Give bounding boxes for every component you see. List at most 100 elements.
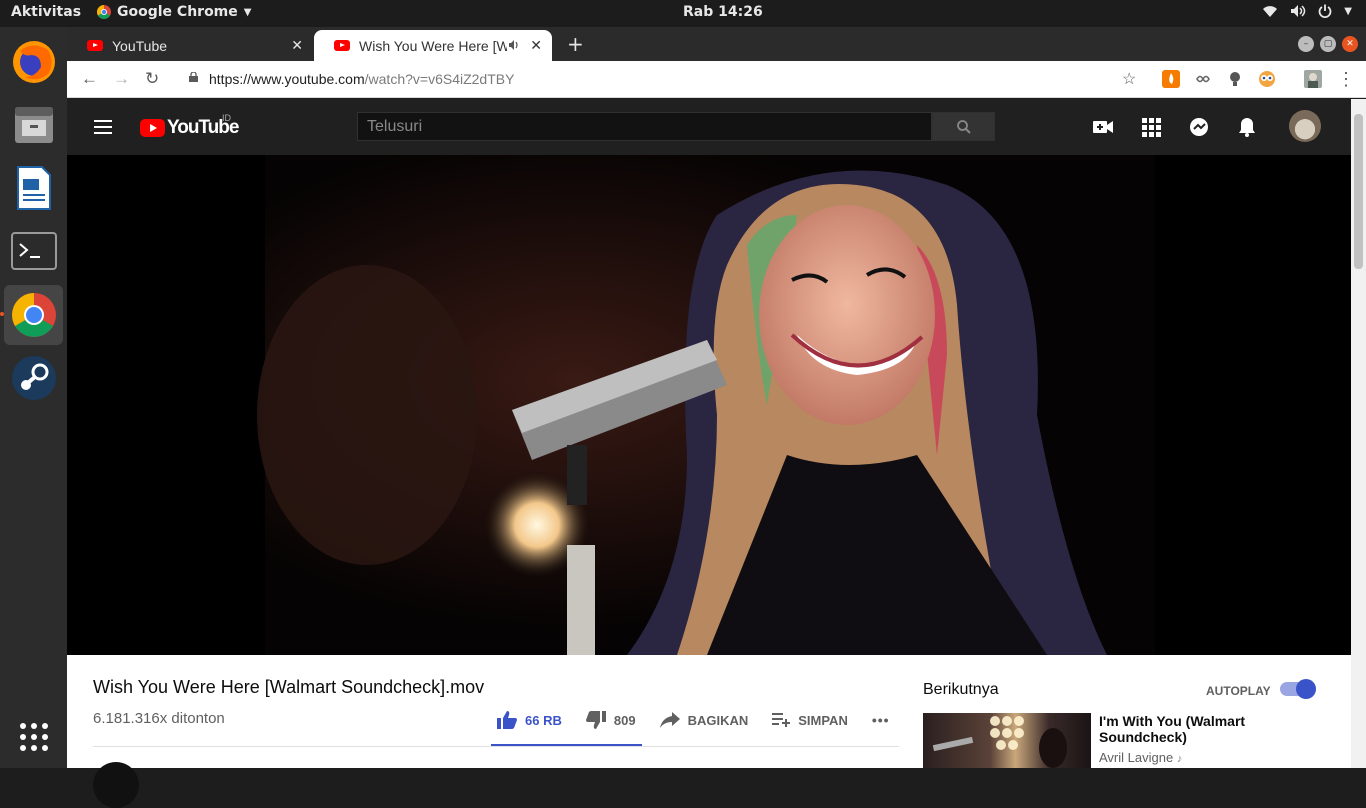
recommended-thumbnail[interactable] — [923, 713, 1091, 768]
chevron-down-icon: ▼ — [243, 6, 252, 18]
system-top-bar: Aktivitas Google Chrome ▼ Rab 14:26 ▼ — [0, 0, 1366, 27]
window-controls: – ▢ ✕ — [1298, 36, 1358, 52]
upload-video-icon[interactable] — [1092, 116, 1114, 138]
recommended-title[interactable]: I'm With You (Walmart Soundcheck) — [1099, 713, 1249, 745]
tab-strip: YouTube ✕ Wish You Were Here [W ✕ + – ▢ … — [67, 27, 1366, 61]
address-bar[interactable]: https://www.youtube.com/watch?v=v6S4iZ2d… — [209, 71, 514, 87]
account-avatar[interactable] — [1289, 110, 1321, 142]
url-host: https://www.youtube.com — [209, 71, 365, 87]
save-label: SIMPAN — [798, 712, 848, 728]
channel-name: Avril Lavigne — [1099, 750, 1174, 765]
activities-button[interactable]: Aktivitas — [11, 4, 81, 20]
recommended-channel[interactable]: Avril Lavigne ♪ — [1099, 750, 1182, 765]
video-actions: 66 RB 809 BAGIKAN SIMPAN ••• — [497, 711, 914, 729]
bookmark-star-icon[interactable]: ☆ — [1122, 69, 1136, 89]
audio-playing-icon[interactable] — [508, 39, 520, 51]
tab-current-video[interactable]: Wish You Were Here [W ✕ — [314, 30, 552, 61]
video-frame — [67, 155, 1351, 655]
youtube-play-icon — [140, 119, 165, 137]
video-player[interactable] — [67, 155, 1351, 655]
new-tab-button[interactable]: + — [567, 32, 584, 56]
apps-grid-icon[interactable] — [1140, 116, 1162, 138]
youtube-logo[interactable]: YouTube ID — [140, 113, 239, 139]
wifi-icon — [1263, 6, 1278, 17]
playlist-add-icon — [772, 713, 791, 727]
youtube-header: YouTube ID Telusuri — [67, 99, 1351, 155]
app-menu[interactable]: Google Chrome ▼ — [97, 4, 251, 20]
notifications-bell-icon[interactable] — [1236, 116, 1258, 138]
dislike-count: 809 — [613, 712, 636, 728]
extension-bulb-icon[interactable] — [1226, 70, 1244, 88]
scrollbar-thumb[interactable] — [1354, 114, 1363, 269]
more-dots-icon: ••• — [871, 712, 890, 728]
save-button[interactable]: SIMPAN — [772, 713, 848, 728]
files-icon — [14, 107, 53, 143]
video-title: Wish You Were Here [Walmart Soundcheck].… — [93, 677, 485, 697]
app-grid-icon — [19, 723, 48, 751]
youtube-favicon-icon — [334, 40, 350, 51]
firefox-icon — [12, 41, 55, 83]
window-close-button[interactable]: ✕ — [1342, 36, 1358, 52]
view-count: 6.181.316x ditonton — [93, 710, 225, 727]
chrome-small-icon — [97, 5, 111, 19]
minimize-button[interactable]: – — [1298, 36, 1314, 52]
close-icon[interactable]: ✕ — [530, 37, 542, 54]
terminal-icon — [10, 232, 57, 270]
dislike-button[interactable]: 809 — [585, 711, 636, 729]
lock-icon[interactable] — [189, 72, 198, 82]
dock-terminal[interactable] — [4, 221, 63, 281]
dock — [0, 27, 67, 768]
extension-infinity-icon[interactable] — [1194, 70, 1212, 88]
dock-steam[interactable] — [4, 348, 63, 408]
profile-avatar-icon[interactable] — [1304, 70, 1322, 88]
channel-avatar[interactable] — [93, 762, 139, 808]
forward-button[interactable]: → — [113, 69, 130, 89]
browser-toolbar: ← → ↻ https://www.youtube.com/watch?v=v6… — [67, 61, 1366, 98]
youtube-favicon-icon — [87, 40, 103, 51]
section-divider — [93, 746, 899, 747]
dock-writer[interactable] — [4, 158, 63, 218]
maximize-button[interactable]: ▢ — [1320, 36, 1336, 52]
system-tray[interactable]: ▼ — [1262, 4, 1352, 18]
dock-firefox[interactable] — [4, 32, 63, 92]
url-path: /watch?v=v6S4iZ2dTBY — [364, 71, 515, 87]
region-code: ID — [222, 113, 231, 123]
volume-icon — [1291, 5, 1306, 17]
up-next-heading: Berikutnya — [923, 681, 999, 698]
tab-youtube[interactable]: YouTube ✕ — [67, 30, 313, 61]
clock[interactable]: Rab 14:26 — [683, 4, 763, 20]
extension-owl-icon[interactable] — [1258, 70, 1276, 88]
app-menu-label: Google Chrome — [117, 4, 238, 20]
dock-chrome[interactable] — [4, 285, 63, 345]
search-icon — [956, 119, 971, 134]
share-arrow-icon — [659, 712, 680, 728]
thumbs-up-icon — [497, 711, 517, 729]
dock-files[interactable] — [4, 95, 63, 155]
toggle-knob — [1296, 679, 1316, 699]
thumbs-down-icon — [585, 711, 606, 729]
steam-icon — [11, 356, 56, 400]
page-scrollbar[interactable] — [1351, 99, 1366, 768]
search-button[interactable] — [932, 112, 995, 141]
power-icon — [1318, 4, 1332, 18]
reload-button[interactable]: ↻ — [145, 69, 159, 89]
share-label: BAGIKAN — [687, 712, 749, 728]
autoplay-toggle[interactable] — [1280, 679, 1316, 699]
like-count: 66 RB — [525, 712, 562, 728]
dock-app-grid[interactable] — [4, 707, 63, 767]
close-icon[interactable]: ✕ — [291, 37, 303, 54]
like-button[interactable]: 66 RB — [497, 711, 562, 729]
back-button[interactable]: ← — [81, 69, 98, 89]
watch-metadata: Wish You Were Here [Walmart Soundcheck].… — [67, 655, 1351, 808]
share-button[interactable]: BAGIKAN — [659, 712, 749, 728]
tab-label: Wish You Were Here [W — [359, 37, 507, 54]
extension-fire-icon[interactable] — [1162, 70, 1180, 88]
hamburger-menu-icon[interactable] — [94, 120, 112, 134]
more-actions-button[interactable]: ••• — [872, 712, 890, 728]
messages-icon[interactable] — [1188, 116, 1210, 138]
music-note-icon: ♪ — [1176, 753, 1183, 765]
chrome-menu-icon[interactable]: ⋮ — [1337, 69, 1355, 90]
search-input[interactable]: Telusuri — [357, 112, 932, 141]
chrome-icon — [11, 293, 56, 337]
writer-icon — [16, 166, 51, 210]
